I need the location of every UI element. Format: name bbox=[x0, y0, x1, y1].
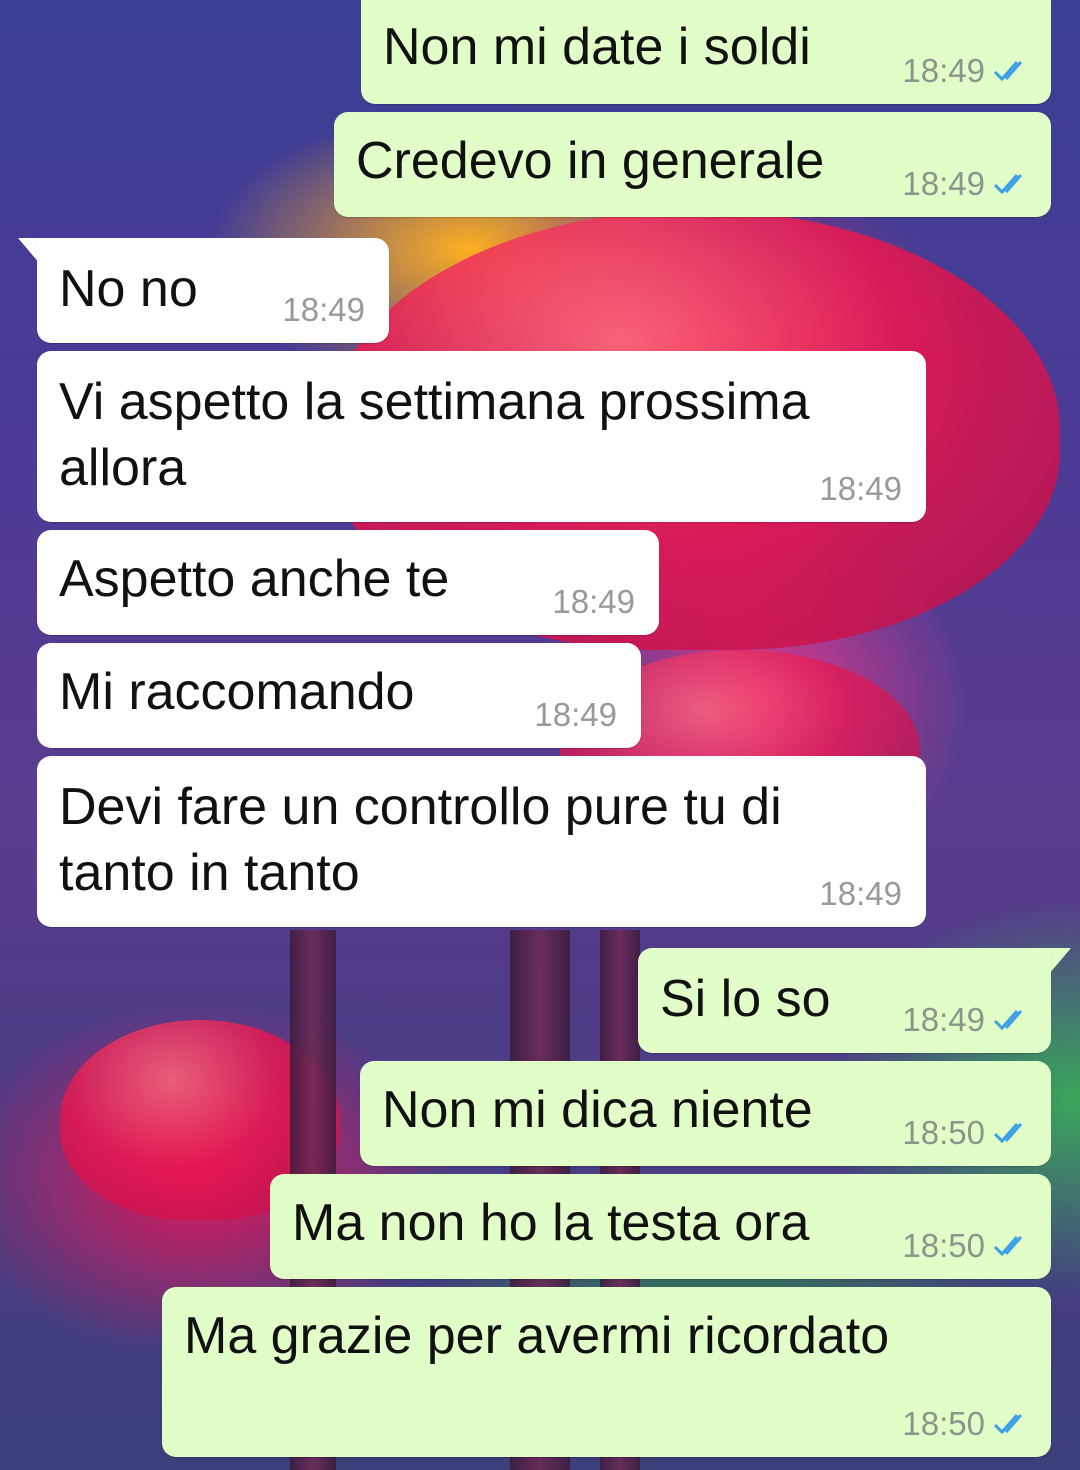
message-text-line-1: Vi aspetto la settimana prossima bbox=[59, 373, 810, 431]
read-ticks-icon bbox=[993, 1010, 1023, 1031]
message-time: 18:49 bbox=[819, 470, 902, 507]
message-text: No no bbox=[59, 260, 198, 318]
message-text-line-2: allora bbox=[59, 439, 187, 497]
read-ticks-icon bbox=[993, 61, 1023, 82]
message-meta: 18:49 bbox=[902, 52, 1031, 90]
message-text: Credevo in generale bbox=[356, 132, 825, 190]
read-ticks-icon bbox=[993, 1236, 1023, 1257]
message-time: 18:49 bbox=[902, 165, 985, 202]
message-text: Ma non ho la testa ora bbox=[292, 1194, 810, 1252]
message-text: Mi raccomando bbox=[59, 663, 415, 721]
read-ticks-icon bbox=[993, 1414, 1023, 1435]
message-text: Ma grazie per avermi ricordato bbox=[184, 1307, 890, 1365]
message-text: Non mi dica niente bbox=[382, 1081, 813, 1139]
message-text-line-1: Devi fare un controllo pure tu di bbox=[59, 778, 782, 836]
read-ticks-icon bbox=[993, 1123, 1023, 1144]
message-outgoing[interactable]: Ma non ho la testa ora 18:50 bbox=[270, 1174, 1051, 1279]
message-outgoing[interactable]: Credevo in generale 18:49 bbox=[334, 112, 1051, 217]
message-text-line-2: tanto in tanto bbox=[59, 844, 360, 902]
message-time: 18:49 bbox=[902, 1001, 985, 1038]
message-outgoing[interactable]: Non mi date i soldi 18:49 bbox=[361, 0, 1051, 104]
message-incoming[interactable]: Aspetto anche te 18:49 bbox=[37, 530, 659, 635]
message-outgoing[interactable]: Ma grazie per avermi ricordato 18:50 bbox=[162, 1287, 1051, 1457]
message-time: 18:49 bbox=[902, 52, 985, 89]
message-time: 18:49 bbox=[552, 583, 635, 620]
message-meta: 18:50 bbox=[902, 1405, 1031, 1443]
message-time: 18:50 bbox=[902, 1227, 985, 1264]
read-ticks-icon bbox=[993, 174, 1023, 195]
message-time: 18:49 bbox=[282, 291, 365, 328]
message-text: Non mi date i soldi bbox=[383, 18, 811, 76]
message-outgoing[interactable]: Non mi dica niente 18:50 bbox=[360, 1061, 1051, 1166]
message-incoming[interactable]: Vi aspetto la settimana prossima allora … bbox=[37, 351, 926, 522]
message-time: 18:50 bbox=[902, 1114, 985, 1151]
message-incoming[interactable]: No no 18:49 bbox=[37, 238, 389, 343]
message-outgoing[interactable]: Si lo so 18:49 bbox=[638, 948, 1051, 1053]
message-text: Aspetto anche te bbox=[59, 550, 450, 608]
bubble-tail bbox=[1049, 948, 1071, 974]
message-text: Si lo so bbox=[660, 970, 831, 1028]
message-meta: 18:49 bbox=[902, 165, 1031, 203]
message-time: 18:49 bbox=[534, 696, 617, 733]
message-meta: 18:50 bbox=[902, 1114, 1031, 1152]
message-time: 18:50 bbox=[902, 1405, 985, 1442]
message-incoming[interactable]: Mi raccomando 18:49 bbox=[37, 643, 641, 748]
message-meta: 18:49 bbox=[902, 1001, 1031, 1039]
message-incoming[interactable]: Devi fare un controllo pure tu di tanto … bbox=[37, 756, 926, 927]
message-meta: 18:50 bbox=[902, 1227, 1031, 1265]
message-time: 18:49 bbox=[819, 875, 902, 912]
